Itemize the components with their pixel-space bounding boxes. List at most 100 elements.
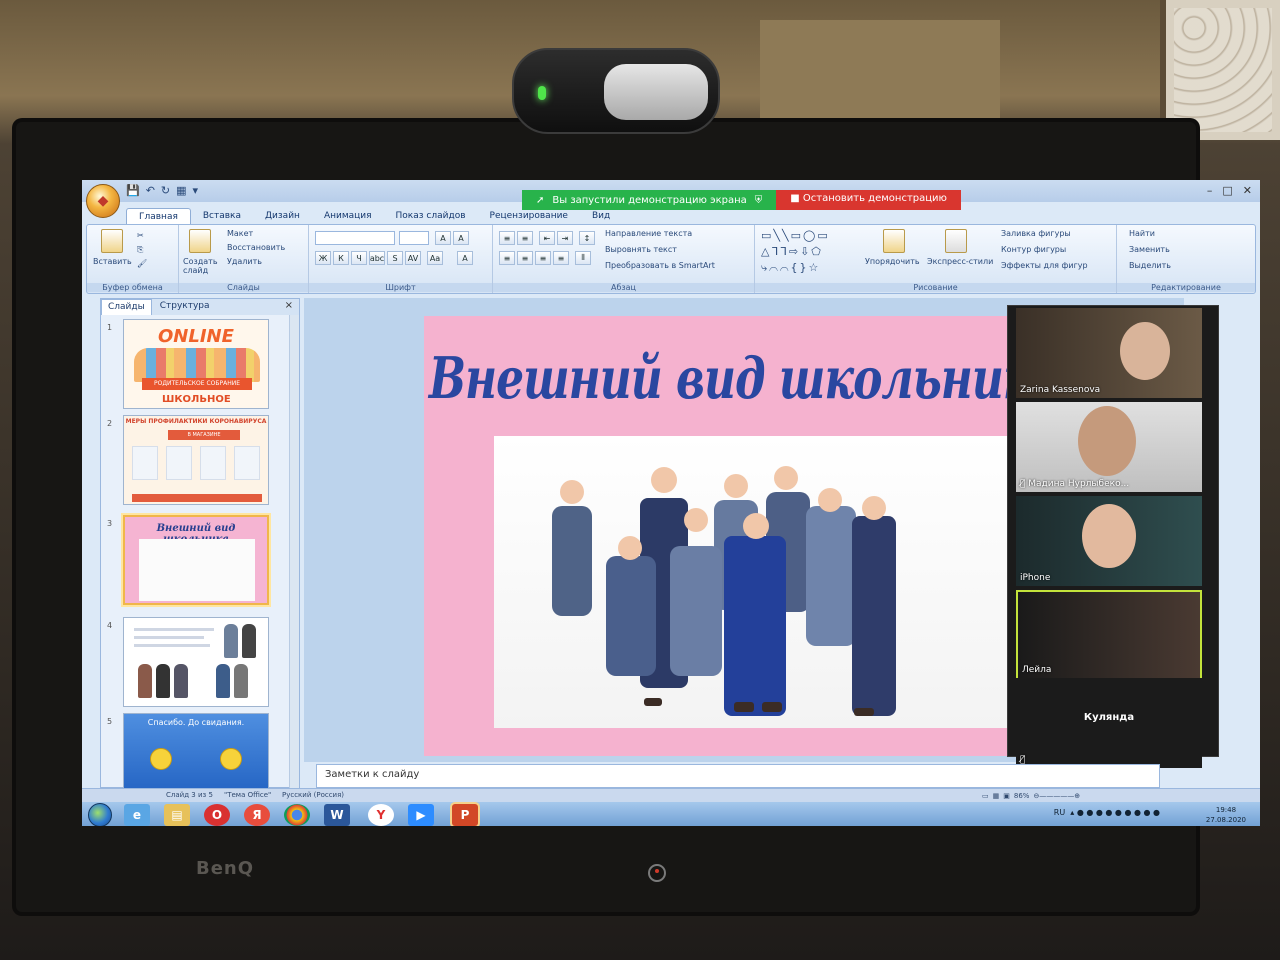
slideshow-view-icon[interactable]: ▣ (1003, 792, 1010, 800)
font-family-select[interactable] (315, 231, 395, 245)
shapes-gallery-row3[interactable]: ⤷⌒⌒{}☆ (761, 261, 820, 275)
zoom-slider[interactable]: ⊖—————⊕ (1033, 792, 1080, 800)
participant-tile[interactable]: iPhone (1016, 496, 1202, 586)
format-painter-icon[interactable]: 🖌 (137, 259, 147, 268)
layout-button[interactable]: Макет (227, 229, 253, 238)
zoom-level[interactable]: 86% (1014, 792, 1030, 800)
slide-thumbnail-selected[interactable]: 3 Внешний вид школьника (105, 515, 295, 611)
italic-button[interactable]: К (333, 251, 349, 265)
notes-pane[interactable]: Заметки к слайду (316, 764, 1160, 788)
find-button[interactable]: Найти (1129, 229, 1155, 238)
change-case-button[interactable]: Aa (427, 251, 443, 265)
close-button[interactable]: ✕ (1243, 184, 1252, 197)
numbering-icon[interactable]: ≡ (517, 231, 533, 245)
paste-icon[interactable] (101, 229, 123, 253)
shrink-font-button[interactable]: A (453, 231, 469, 245)
layout-icon[interactable]: ▦ (176, 184, 186, 197)
quick-styles-button[interactable]: Экспресс-стили (927, 257, 993, 266)
paste-button[interactable]: Вставить (93, 257, 132, 266)
bullets-icon[interactable]: ≡ (499, 231, 515, 245)
maximize-button[interactable]: □ (1222, 184, 1232, 197)
tab-outline[interactable]: Структура (154, 299, 216, 315)
arrange-button[interactable]: Упорядочить (865, 257, 920, 266)
explorer-icon[interactable]: ▤ (164, 804, 190, 826)
cut-icon[interactable]: ✂ (137, 231, 144, 240)
normal-view-icon[interactable]: ▭ (982, 792, 989, 800)
clock[interactable]: 19:48 27.08.2020 (1206, 805, 1246, 825)
participant-tile[interactable]: Кулянда 🎙̸ (1016, 678, 1202, 768)
close-pane-icon[interactable]: × (285, 300, 293, 311)
columns-icon[interactable]: ⫴ (575, 251, 591, 265)
reset-button[interactable]: Восстановить (227, 243, 285, 252)
window-curtain (1160, 0, 1280, 140)
shape-fill-button[interactable]: Заливка фигуры (1001, 229, 1071, 238)
shadow-button[interactable]: S (387, 251, 403, 265)
slide-photo-students[interactable] (494, 436, 1020, 728)
participant-tile[interactable]: Zarina Kassenova (1016, 308, 1202, 398)
align-left-icon[interactable]: ≡ (499, 251, 515, 265)
align-text-button[interactable]: Выровнять текст (605, 245, 677, 254)
smartart-button[interactable]: Преобразовать в SmartArt (605, 261, 715, 270)
tab-slides[interactable]: Слайды (101, 299, 152, 315)
slide-number: 4 (107, 621, 113, 630)
slide-thumbnail[interactable]: 2 МЕРЫ ПРОФИЛАКТИКИ КОРОНАВИРУСА В МАГАЗ… (105, 415, 295, 511)
undo-icon[interactable]: ↶ (146, 184, 155, 197)
underline-button[interactable]: Ч (351, 251, 367, 265)
slides-pane-scrollbar[interactable] (289, 315, 299, 789)
bold-button[interactable]: Ж (315, 251, 331, 265)
select-button[interactable]: Выделить (1129, 261, 1171, 270)
decrease-indent-icon[interactable]: ⇤ (539, 231, 555, 245)
customize-toolbar-icon[interactable]: ▾ (193, 184, 199, 197)
increase-indent-icon[interactable]: ⇥ (557, 231, 573, 245)
replace-button[interactable]: Заменить (1129, 245, 1170, 254)
save-icon[interactable]: 💾 (126, 184, 140, 197)
strikethrough-button[interactable]: abc (369, 251, 385, 265)
font-color-button[interactable]: A (457, 251, 473, 265)
group-slides: Создать слайд Макет Восстановить Удалить… (179, 225, 309, 293)
power-button-icon[interactable] (648, 864, 666, 882)
new-slide-button[interactable]: Создать слайд (183, 257, 223, 275)
slide-thumbnail[interactable]: 1 ONLINE РОДИТЕЛЬСКОЕ СОБРАНИЕ ШКОЛЬНОЕ (105, 319, 295, 415)
current-slide[interactable]: Внешний вид школьника (424, 316, 1060, 756)
shapes-gallery-row2[interactable]: △ᒣᒣ⇨⇩⬠ (761, 245, 823, 258)
arrange-icon[interactable] (883, 229, 905, 253)
text-direction-button[interactable]: Направление текста (605, 229, 692, 238)
slide-thumbnail[interactable]: 4 (105, 617, 295, 713)
new-slide-icon[interactable] (189, 229, 211, 253)
line-spacing-icon[interactable]: ↕ (579, 231, 595, 245)
minimize-button[interactable]: – (1207, 184, 1213, 197)
shapes-gallery[interactable]: ▭╲╲▭◯▭ (761, 229, 830, 242)
sorter-view-icon[interactable]: ▦ (993, 792, 1000, 800)
participant-name-text: Мадина Нурлыбеко... (1028, 479, 1130, 489)
slide-title[interactable]: Внешний вид школьника (424, 346, 1064, 412)
yandex-icon[interactable]: Y (368, 804, 394, 826)
opera-icon[interactable]: O (204, 804, 230, 826)
powerpoint-icon[interactable]: P (452, 804, 478, 826)
shape-effects-button[interactable]: Эффекты для фигур (1001, 261, 1088, 270)
thumb-cell (132, 446, 158, 480)
zoom-app-icon[interactable]: ▶ (408, 804, 434, 826)
align-right-icon[interactable]: ≡ (535, 251, 551, 265)
shape-outline-button[interactable]: Контур фигуры (1001, 245, 1066, 254)
ie-icon[interactable]: e (124, 804, 150, 826)
justify-icon[interactable]: ≡ (553, 251, 569, 265)
start-button[interactable] (88, 803, 112, 826)
char-spacing-button[interactable]: AV (405, 251, 421, 265)
redo-icon[interactable]: ↻ (161, 184, 170, 197)
stop-share-button[interactable]: ■ Остановить демонстрацию (776, 190, 961, 210)
grow-font-button[interactable]: A (435, 231, 451, 245)
delete-slide-button[interactable]: Удалить (227, 257, 262, 266)
yandex-browser-icon[interactable]: Я (244, 804, 270, 826)
participant-tile-active-speaker[interactable]: Лейла (1016, 590, 1202, 680)
participant-tile[interactable]: 🎙̸ Мадина Нурлыбеко... (1016, 402, 1202, 492)
copy-icon[interactable]: ⎘ (137, 245, 143, 255)
word-icon[interactable]: W (324, 804, 350, 826)
slide-number: 5 (107, 717, 113, 726)
font-size-select[interactable] (399, 231, 429, 245)
input-language[interactable]: RU (1054, 808, 1065, 817)
share-status: ➚ Вы запустили демонстрацию экрана ⛨ (522, 190, 777, 210)
align-center-icon[interactable]: ≡ (517, 251, 533, 265)
chrome-icon[interactable] (284, 804, 310, 826)
office-button[interactable]: ◆ (86, 184, 120, 218)
quick-styles-icon[interactable] (945, 229, 967, 253)
